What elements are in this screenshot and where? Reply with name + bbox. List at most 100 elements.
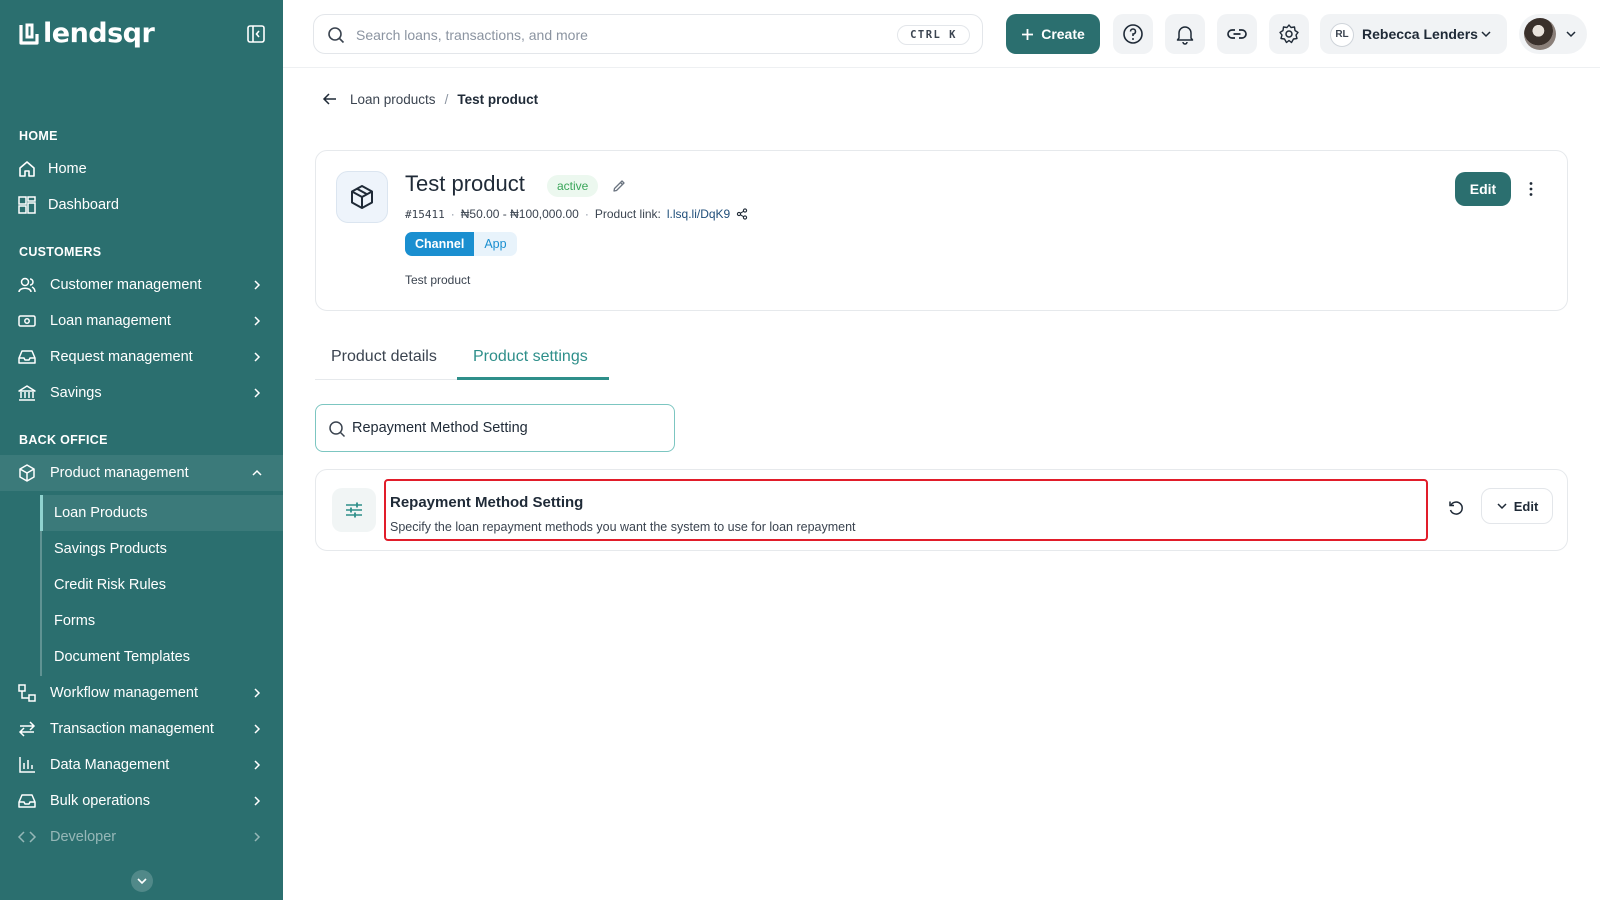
scroll-down-icon[interactable]	[131, 870, 153, 892]
gear-icon	[1279, 24, 1299, 44]
user-menu-button[interactable]	[1519, 14, 1587, 54]
workflow-icon	[18, 684, 36, 702]
chevron-right-icon	[254, 724, 261, 734]
product-header-card: Test product active #15411 · ₦50.00 - ₦1…	[315, 150, 1568, 311]
breadcrumb-current: Test product	[457, 91, 539, 107]
meta-separator: ·	[450, 207, 455, 221]
chevron-right-icon	[254, 796, 261, 806]
sidebar-subitem-loan-products[interactable]: Loan Products	[40, 495, 283, 531]
chevron-right-icon	[254, 688, 261, 698]
help-button[interactable]	[1113, 14, 1153, 54]
sidebar-item-customer-management[interactable]: Customer management	[0, 267, 283, 303]
sidebar-item-transaction-management[interactable]: Transaction management	[0, 711, 283, 747]
create-button-label: Create	[1041, 26, 1085, 42]
settings-button[interactable]	[1269, 14, 1309, 54]
search-icon	[329, 421, 346, 438]
status-badge: active	[547, 175, 599, 197]
sidebar-item-data-management[interactable]: Data Management	[0, 747, 283, 783]
breadcrumb-loan-products-link[interactable]: Loan products	[350, 92, 436, 107]
product-tabs: Product details Product settings	[315, 340, 1568, 380]
organization-select[interactable]: RL Rebecca Lenders	[1320, 14, 1507, 54]
sidebar-item-bulk-operations[interactable]: Bulk operations	[0, 783, 283, 819]
product-description: Test product	[405, 273, 471, 287]
create-button[interactable]: Create	[1006, 14, 1100, 54]
chevron-up-icon	[252, 469, 262, 476]
sidebar-item-savings[interactable]: Savings	[0, 375, 283, 411]
chevron-down-icon	[1497, 503, 1507, 510]
chevron-down-icon	[1481, 31, 1491, 38]
search-icon	[328, 27, 345, 44]
top-bar: Search loans, transactions, and more CTR…	[283, 0, 1600, 68]
chevron-right-icon	[254, 352, 261, 362]
sidebar-item-workflow-management[interactable]: Workflow management	[0, 675, 283, 711]
sidebar-item-request-management[interactable]: Request management	[0, 339, 283, 375]
section-label-home: HOME	[19, 129, 58, 143]
home-icon	[19, 161, 35, 177]
search-placeholder: Search loans, transactions, and more	[356, 27, 588, 43]
pencil-icon[interactable]	[611, 178, 627, 194]
meta-separator: ·	[584, 207, 589, 221]
channel-chip-label: Channel	[405, 232, 475, 256]
global-search-input[interactable]: Search loans, transactions, and more CTR…	[313, 14, 983, 54]
section-label-back-office: BACK OFFICE	[19, 433, 108, 447]
bell-icon	[1176, 26, 1194, 45]
users-icon	[18, 277, 36, 293]
edit-setting-button[interactable]: Edit	[1481, 488, 1553, 524]
page-title: Test product	[405, 171, 525, 196]
product-meta: #15411 · ₦50.00 - ₦100,000.00 · Product …	[405, 207, 748, 221]
chevron-down-icon	[1566, 31, 1576, 38]
cash-icon	[18, 315, 36, 327]
channel-chip: Channel App	[405, 232, 517, 256]
setting-row-repayment-method: Repayment Method Setting Specify the loa…	[315, 469, 1568, 551]
sidebar-subitem-document-templates[interactable]: Document Templates	[41, 639, 283, 675]
setting-icon	[332, 488, 376, 532]
chevron-right-icon	[254, 388, 261, 398]
edit-product-button[interactable]: Edit	[1455, 172, 1511, 206]
bank-icon	[18, 385, 36, 401]
collapse-sidebar-icon[interactable]	[246, 24, 266, 44]
sliders-icon	[346, 502, 362, 518]
sidebar-item-developer[interactable]: Developer	[0, 819, 283, 855]
lendsqr-logo-mark-icon	[19, 23, 39, 45]
sidebar-item-product-management[interactable]: Product management	[0, 455, 283, 491]
inbox-stack-icon	[18, 794, 36, 808]
sidebar-subitem-savings-products[interactable]: Savings Products	[41, 531, 283, 567]
dashboard-icon	[18, 196, 36, 214]
sidebar: lendsqr HOME Home Dashboard CUSTOMERS Cu…	[0, 0, 283, 900]
setting-description: Specify the loan repayment methods you w…	[390, 520, 856, 534]
section-label-customers: CUSTOMERS	[19, 245, 102, 259]
sidebar-subitem-credit-risk-rules[interactable]: Credit Risk Rules	[41, 567, 283, 603]
channel-chip-value: App	[484, 237, 507, 251]
inbox-icon	[18, 350, 36, 364]
product-amount-range: ₦50.00 - ₦100,000.00	[460, 207, 579, 221]
transfer-icon	[18, 721, 36, 737]
product-code: #15411	[405, 207, 445, 221]
chevron-right-icon	[254, 760, 261, 770]
sidebar-item-dashboard[interactable]: Dashboard	[0, 187, 283, 223]
avatar	[1524, 18, 1556, 50]
notifications-button[interactable]	[1165, 14, 1205, 54]
arrow-left-icon[interactable]	[322, 91, 338, 107]
sidebar-item-home[interactable]: Home	[0, 151, 283, 187]
help-icon	[1123, 24, 1143, 44]
setting-title[interactable]: Repayment Method Setting	[390, 494, 583, 511]
share-icon[interactable]	[736, 208, 748, 220]
lendsqr-logo[interactable]: lendsqr	[19, 18, 155, 49]
tab-product-settings[interactable]: Product settings	[457, 340, 609, 380]
keyboard-shortcut-badge: CTRL K	[897, 25, 970, 45]
product-link[interactable]: l.lsq.li/DqK9	[667, 207, 730, 221]
sidebar-item-loan-management[interactable]: Loan management	[0, 303, 283, 339]
chevron-right-icon	[254, 316, 261, 326]
org-avatar: RL	[1330, 23, 1354, 47]
tab-product-details[interactable]: Product details	[315, 340, 457, 380]
chevron-right-icon	[254, 280, 261, 290]
breadcrumb: Loan products / Test product	[322, 91, 538, 107]
chevron-right-icon	[254, 832, 261, 842]
product-link-label: Product link:	[594, 207, 661, 221]
reset-icon[interactable]	[1446, 498, 1466, 518]
more-vertical-icon[interactable]	[1521, 179, 1541, 199]
sidebar-subitem-forms[interactable]: Forms	[41, 603, 283, 639]
breadcrumb-separator: /	[444, 91, 449, 107]
links-button[interactable]	[1217, 14, 1257, 54]
settings-search-input[interactable]: Repayment Method Setting	[315, 404, 675, 452]
